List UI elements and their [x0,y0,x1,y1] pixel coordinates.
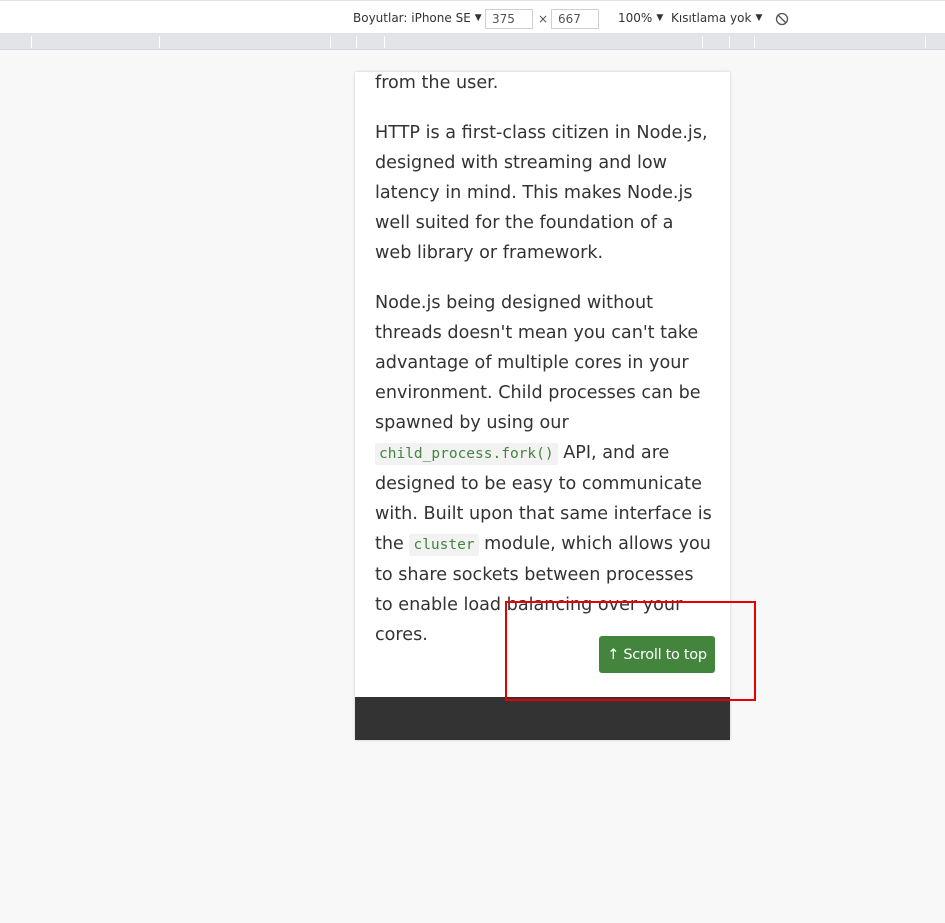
times-sign: × [538,12,549,26]
rotate-icon[interactable] [775,12,789,26]
zoom-label: 100% [618,11,653,25]
chevron-down-icon: ▼ [474,13,482,23]
ruler-marker [729,36,730,48]
article-content: from the user. HTTP is a first-class cit… [375,72,715,670]
ruler-marker [330,36,331,48]
ruler-marker [754,36,755,48]
ruler-marker [159,36,160,48]
inline-code-cluster: cluster [409,534,479,556]
viewport-height-input[interactable] [551,9,599,29]
device-dimensions-label: Boyutlar: iPhone SE [353,11,471,25]
device-viewport: from the user. HTTP is a first-class cit… [355,72,730,740]
ruler-marker [356,36,357,48]
paragraph-tail: from the user. [375,73,499,93]
paragraph-http: HTTP is a first-class citizen in Node.js… [375,123,708,263]
ruler-marker [31,36,32,48]
scroll-to-top-button[interactable]: ↑ Scroll to top [599,636,715,673]
page-footer [355,697,730,740]
zoom-dropdown[interactable]: 100% ▼ [618,1,663,35]
throttling-dropdown[interactable]: Kısıtlama yok ▼ [671,1,762,35]
paragraph-cluster: Node.js being designed without threads d… [375,288,715,650]
ruler-marker [702,36,703,48]
paragraph-text: Node.js being designed without threads d… [375,293,701,433]
chevron-down-icon: ▼ [755,13,763,23]
media-query-ruler[interactable] [0,34,945,50]
viewport-width-input[interactable] [485,9,533,29]
chevron-down-icon: ▼ [656,13,664,23]
ruler-marker [925,36,926,48]
device-toolbar: Boyutlar: iPhone SE ▼ × 100% ▼ Kısıtlama… [0,0,945,34]
ruler-marker [384,36,385,48]
throttling-label: Kısıtlama yok [671,11,752,25]
inline-code-fork: child_process.fork() [375,443,558,465]
device-dimensions-dropdown[interactable]: Boyutlar: iPhone SE ▼ [353,1,482,35]
